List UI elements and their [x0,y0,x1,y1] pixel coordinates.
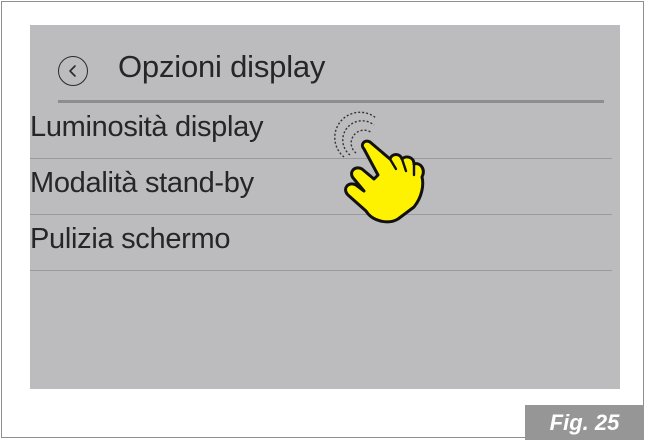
menu-item-label: Pulizia schermo [30,223,231,255]
tap-hand-icon [334,111,425,224]
back-button[interactable] [58,56,88,86]
menu-item-label: Modalità stand-by [30,167,254,199]
menu-item-luminosita-display[interactable]: Luminosità display [30,103,612,159]
menu-item-label: Luminosità display [30,111,264,143]
divider [30,270,612,271]
page-title: Opzioni display [118,49,326,84]
menu-item-modalita-stand-by[interactable]: Modalità stand-by [30,159,612,215]
figure-caption-badge: Fig. 25 [525,405,644,440]
menu-item-pulizia-schermo[interactable]: Pulizia schermo [30,215,612,271]
chevron-left-icon [69,65,76,77]
screen-header: Opzioni display [30,25,620,103]
display-screen: Opzioni display Luminosità display Modal… [30,25,620,389]
